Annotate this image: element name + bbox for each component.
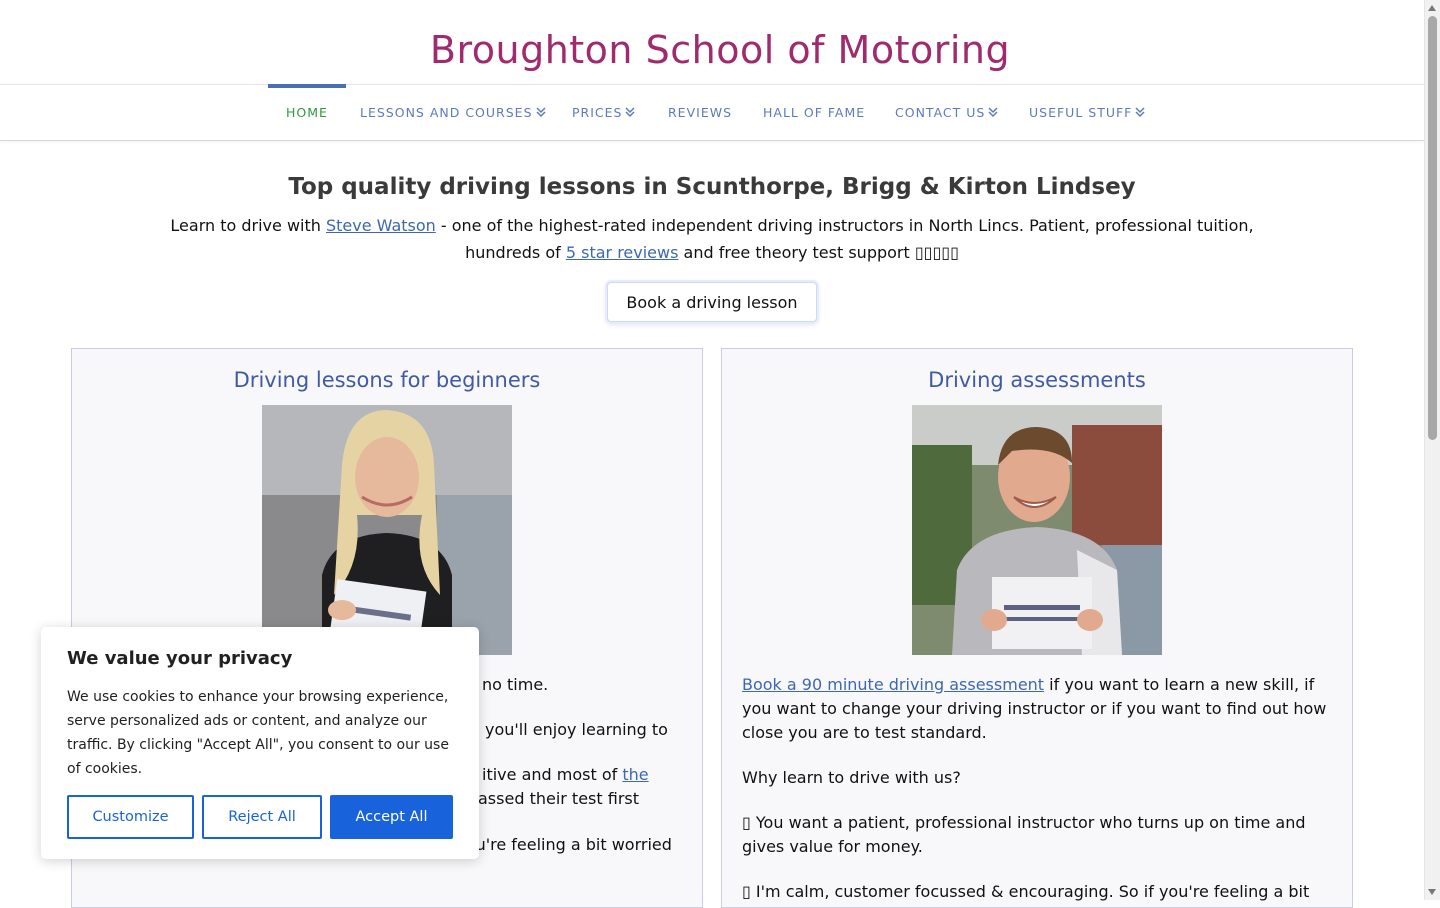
hero-intro: Learn to drive with Steve Watson - one o… xyxy=(162,212,1262,266)
hero-text-part: and free theory test support xyxy=(678,243,915,262)
reason-item: ▯ I'm calm, customer focussed & encourag… xyxy=(742,880,1332,904)
chevron-double-down-icon xyxy=(535,106,546,118)
scroll-down-icon[interactable] xyxy=(1428,889,1436,895)
star-glyphs: ▯▯▯▯▯ xyxy=(914,243,959,262)
hero-text-part: Learn to drive with xyxy=(170,216,326,235)
why-heading: Why learn to drive with us? xyxy=(742,768,961,787)
pupil-photo-assessments xyxy=(912,405,1162,655)
accept-all-button[interactable]: Accept All xyxy=(330,795,453,839)
cookie-consent-banner: We value your privacy We use cookies to … xyxy=(41,627,479,859)
nav-reviews[interactable]: REVIEWS xyxy=(668,85,732,140)
pupil-photo-beginners xyxy=(262,405,512,655)
nav-home[interactable]: HOME xyxy=(268,84,346,140)
scroll-up-icon[interactable] xyxy=(1428,5,1436,11)
nav-lessons-and-courses[interactable]: LESSONS AND COURSES xyxy=(360,85,546,140)
site-title[interactable]: Broughton School of Motoring xyxy=(0,0,1440,74)
text-part: I'm calm, customer focussed & encouragin… xyxy=(750,882,1310,901)
chevron-double-down-icon xyxy=(625,106,636,118)
site-header: Broughton School of Motoring xyxy=(0,0,1440,85)
beginners-inline-link[interactable]: the xyxy=(622,765,648,784)
customize-button[interactable]: Customize xyxy=(67,795,194,839)
instructor-link[interactable]: Steve Watson xyxy=(326,216,436,235)
assessments-text: Book a 90 minute driving assessment if y… xyxy=(722,655,1352,904)
cookie-text: We use cookies to enhance your browsing … xyxy=(67,689,449,777)
card-title[interactable]: Driving assessments xyxy=(722,365,1352,395)
reason-item: ▯ You want a patient, professional instr… xyxy=(742,811,1332,859)
book-lesson-button[interactable]: Book a driving lesson xyxy=(607,282,817,322)
text-part: itive and most of xyxy=(482,765,623,784)
hero-heading: Top quality driving lessons in Scunthorp… xyxy=(288,174,1136,200)
nav-contact-us[interactable]: CONTACT US xyxy=(895,85,998,140)
assessment-booking-link[interactable]: Book a 90 minute driving assessment xyxy=(742,675,1044,694)
reviews-link[interactable]: 5 star reviews xyxy=(566,243,679,262)
nav-label: LESSONS AND COURSES xyxy=(360,105,533,120)
card-title[interactable]: Driving lessons for beginners xyxy=(72,365,702,395)
nav-prices[interactable]: PRICES xyxy=(572,85,636,140)
nav-label: CONTACT US xyxy=(895,105,986,120)
nav-useful-stuff[interactable]: USEFUL STUFF xyxy=(1029,85,1145,140)
nav-hall-of-fame[interactable]: HALL OF FAME xyxy=(763,85,865,140)
main-navigation: HOME LESSONS AND COURSES PRICES REVIEWS … xyxy=(0,84,1424,141)
assessment-intro: Book a 90 minute driving assessment if y… xyxy=(742,673,1332,745)
chevron-double-down-icon xyxy=(1135,106,1145,118)
reject-all-button[interactable]: Reject All xyxy=(202,795,322,839)
bullet-glyph: ▯ xyxy=(742,882,751,901)
assessments-card: Driving assessments Book a 90 minute dri… xyxy=(721,348,1353,908)
bullet-glyph: ▯ xyxy=(742,813,751,832)
nav-label: USEFUL STUFF xyxy=(1029,105,1133,120)
page-scrollbar[interactable] xyxy=(1424,0,1440,900)
scroll-thumb[interactable] xyxy=(1428,16,1437,440)
text-part: You want a patient, professional instruc… xyxy=(742,813,1306,856)
cookie-title: We value your privacy xyxy=(67,648,293,669)
chevron-double-down-icon xyxy=(988,106,998,118)
hero-section: Top quality driving lessons in Scunthorp… xyxy=(0,168,1424,322)
nav-label: PRICES xyxy=(572,105,623,120)
